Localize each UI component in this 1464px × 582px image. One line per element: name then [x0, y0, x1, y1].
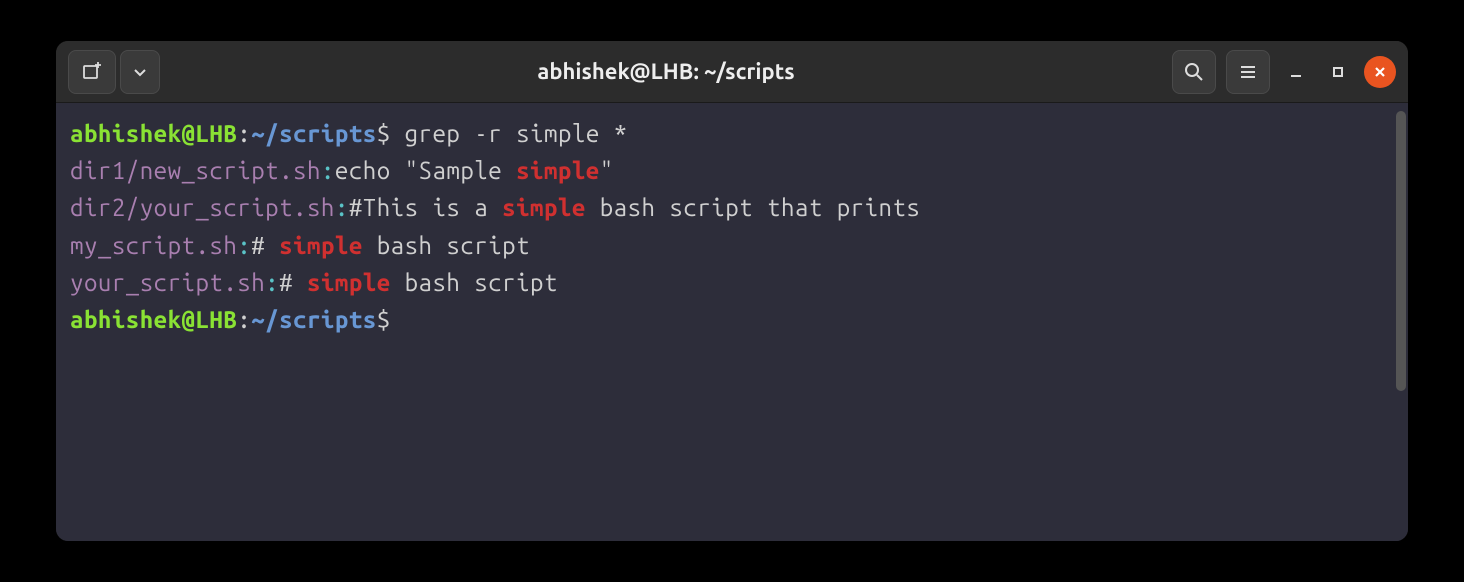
grep-before: # — [279, 269, 307, 296]
grep-colon: : — [237, 232, 251, 259]
prompt-path: ~/scripts — [251, 306, 376, 333]
grep-match: simple — [502, 194, 586, 221]
tab-dropdown-button[interactable] — [120, 50, 160, 94]
grep-match: simple — [279, 232, 363, 259]
menu-button[interactable] — [1226, 50, 1270, 94]
grep-after: " — [600, 157, 614, 184]
command-text: grep -r simple * — [405, 120, 628, 147]
grep-file: your_script.sh — [70, 269, 265, 296]
search-button[interactable] — [1172, 50, 1216, 94]
grep-after: bash script — [391, 269, 558, 296]
grep-match: simple — [516, 157, 600, 184]
close-icon — [1373, 65, 1387, 79]
grep-match: simple — [307, 269, 391, 296]
maximize-button[interactable] — [1322, 56, 1354, 88]
window-title: abhishek@LHB: ~/scripts — [168, 59, 1164, 84]
maximize-icon — [1331, 65, 1345, 79]
scrollbar[interactable] — [1396, 111, 1406, 391]
prompt-user-host: abhishek@LHB — [70, 306, 237, 333]
prompt-colon: : — [237, 120, 251, 147]
grep-after: bash script that prints — [586, 194, 921, 221]
prompt-user-host: abhishek@LHB — [70, 120, 237, 147]
minimize-button[interactable] — [1280, 56, 1312, 88]
terminal-content: abhishek@LHB:~/scripts$ grep -r simple *… — [70, 115, 1394, 338]
search-icon — [1184, 62, 1204, 82]
new-tab-button[interactable] — [68, 50, 116, 94]
hamburger-icon — [1239, 63, 1257, 81]
grep-colon: : — [335, 194, 349, 221]
chevron-down-icon — [133, 65, 147, 79]
minimize-icon — [1289, 65, 1303, 79]
close-button[interactable] — [1364, 56, 1396, 88]
grep-before: #This is a — [349, 194, 502, 221]
grep-file: my_script.sh — [70, 232, 237, 259]
grep-before: echo "Sample — [335, 157, 516, 184]
terminal-window: abhishek@LHB: ~/scripts — [56, 41, 1408, 541]
terminal-body[interactable]: abhishek@LHB:~/scripts$ grep -r simple *… — [56, 103, 1408, 541]
grep-file: dir1/new_script.sh — [70, 157, 321, 184]
prompt-path: ~/scripts — [251, 120, 376, 147]
grep-before: # — [251, 232, 279, 259]
new-tab-icon — [81, 61, 103, 83]
grep-after: bash script — [363, 232, 530, 259]
prompt-colon: : — [237, 306, 251, 333]
grep-colon: : — [321, 157, 335, 184]
prompt-dollar: $ — [377, 120, 391, 147]
prompt-dollar: $ — [377, 306, 391, 333]
grep-file: dir2/your_script.sh — [70, 194, 335, 221]
grep-colon: : — [265, 269, 279, 296]
title-bar: abhishek@LHB: ~/scripts — [56, 41, 1408, 103]
title-bar-left — [68, 50, 160, 94]
title-bar-right — [1172, 50, 1396, 94]
